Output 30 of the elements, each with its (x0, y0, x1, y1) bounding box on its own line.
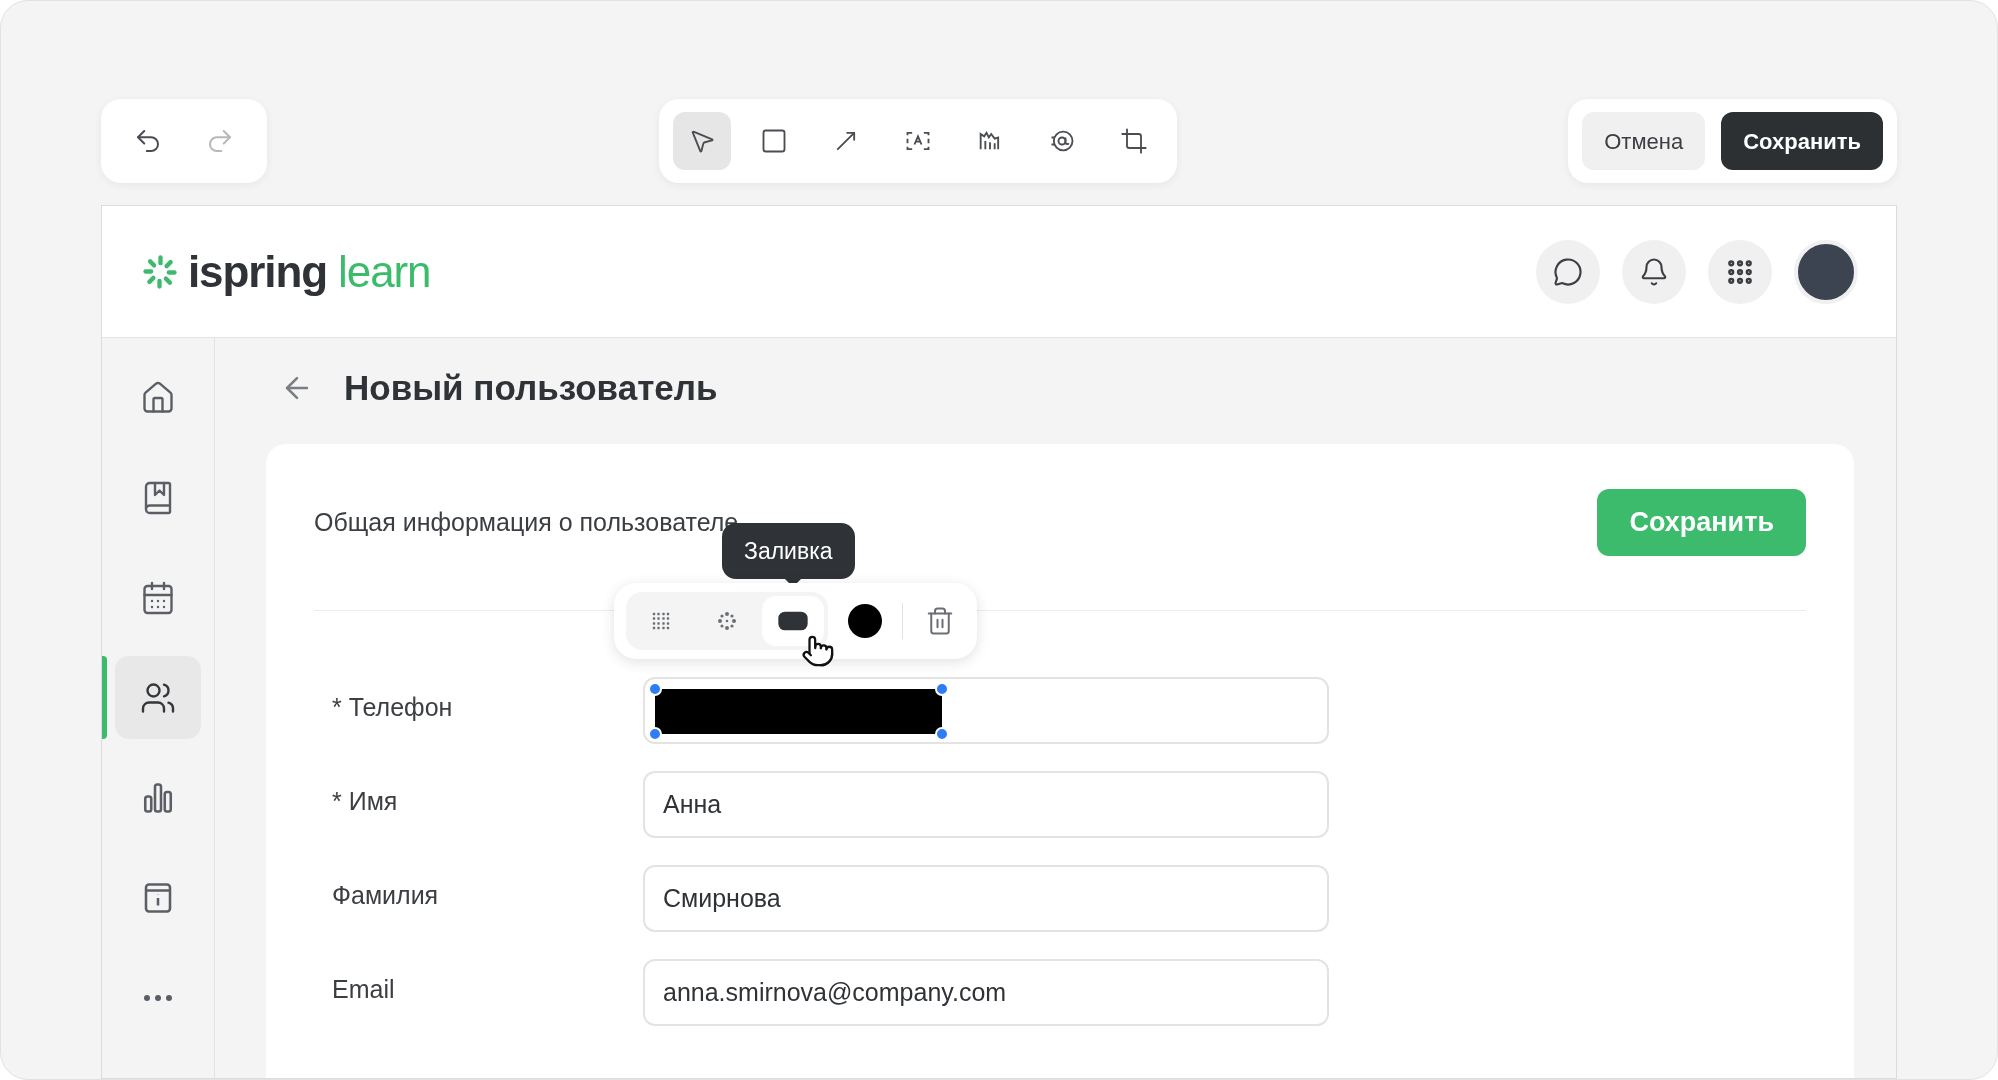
fill-icon (777, 610, 809, 632)
trash-icon (925, 606, 955, 636)
color-swatch[interactable] (848, 604, 882, 638)
field-label: Фамилия (332, 880, 440, 911)
tool-button[interactable] (672, 112, 731, 170)
field-label: * Имя (332, 786, 399, 817)
cancel-button[interactable]: Отмена (1582, 112, 1706, 170)
input-field[interactable]: Смирнова (643, 865, 1329, 932)
calendar-icon (140, 579, 176, 616)
input-field[interactable] (643, 677, 1329, 744)
home-icon (140, 379, 176, 416)
page-title: Новый пользователь (344, 366, 718, 409)
sidebar-item[interactable] (115, 656, 201, 739)
field-label: Email (332, 974, 396, 1005)
resize-handle[interactable] (935, 727, 949, 741)
bell-icon (1639, 256, 1669, 287)
redaction-box[interactable] (648, 682, 949, 741)
logo-text: ispring learn (188, 249, 431, 294)
crop-icon (1119, 127, 1148, 155)
save-button[interactable]: Сохранить (1721, 112, 1883, 170)
more-icon (143, 993, 173, 1002)
chat-icon (1553, 256, 1583, 287)
mode-button[interactable] (762, 596, 824, 646)
resize-handle[interactable] (648, 727, 662, 741)
input-field[interactable]: Анна (643, 771, 1329, 838)
resize-handle[interactable] (935, 682, 949, 696)
resize-handle[interactable] (648, 682, 662, 696)
field-label: * Телефон (332, 692, 454, 723)
blur-icon (715, 609, 739, 633)
input-field[interactable]: anna.smirnova@company.com (643, 959, 1329, 1026)
